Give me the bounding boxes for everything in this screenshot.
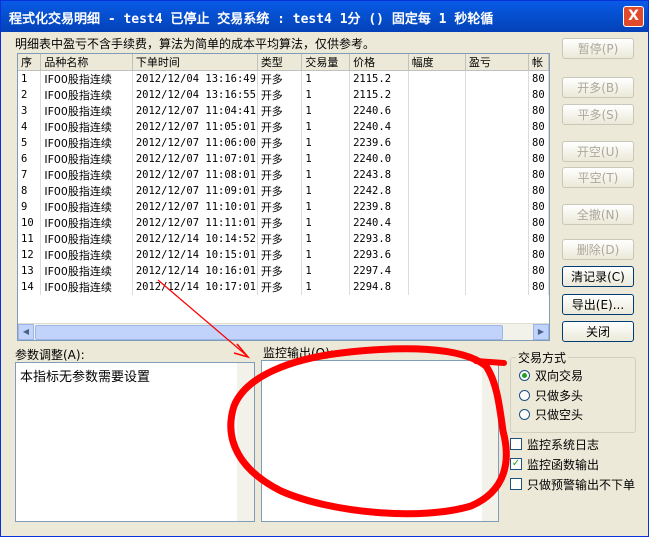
annotation-circle xyxy=(227,345,510,518)
red-annotation-overlay xyxy=(157,279,510,518)
annotation-tail xyxy=(473,358,507,366)
annotation-arrow-line xyxy=(157,279,247,356)
trade-detail-window: 程式化交易明细 - test4 已停止 交易系统 : test4 1分 () 固… xyxy=(0,0,649,537)
